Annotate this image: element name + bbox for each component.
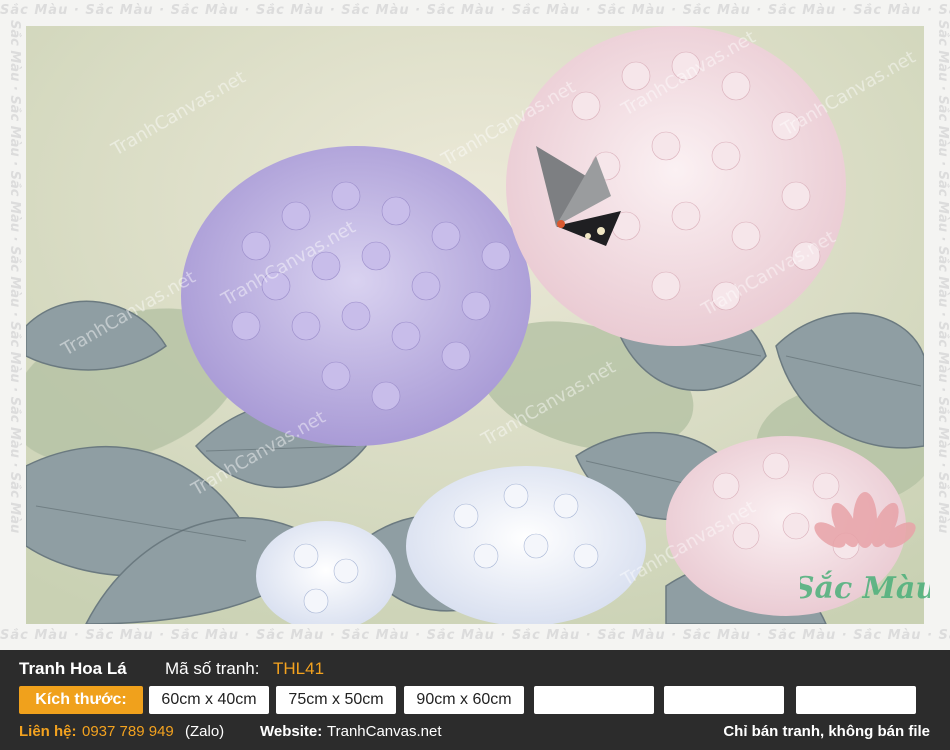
lotus-icon [814, 492, 916, 548]
watermark-border-top: Sắc Màu · Sắc Màu · Sắc Màu · Sắc Màu · … [0, 3, 950, 18]
svg-text:Sắc Màu: Sắc Màu [800, 570, 930, 606]
painting-image: TranhCanvas.net TranhCanvas.net TranhCan… [26, 26, 924, 624]
sales-note: Chỉ bán tranh, không bán file [723, 723, 930, 740]
size-label: Kích thước: [19, 686, 143, 714]
watermark-border-left: Sắc Màu · Sắc Màu · Sắc Màu · Sắc Màu · … [7, 20, 22, 534]
contact-label: Liên hệ: [19, 723, 77, 740]
website-label: Website: [260, 723, 323, 740]
size-option-empty-1[interactable] [534, 686, 654, 714]
contact-app: (Zalo) [185, 723, 225, 740]
sac-mau-logo: Sắc Màu [793, 480, 937, 620]
painting-title: Tranh Hoa Lá [19, 659, 127, 678]
size-option-empty-3[interactable] [796, 686, 916, 714]
website-link[interactable]: TranhCanvas.net [327, 723, 442, 740]
size-option-90x60[interactable]: 90cm x 60cm [404, 686, 524, 714]
painting-code-value: THL41 [273, 659, 325, 678]
size-option-60x40[interactable]: 60cm x 40cm [149, 686, 269, 714]
watermark-border-bottom: Sắc Màu · Sắc Màu · Sắc Màu · Sắc Màu · … [0, 628, 950, 643]
watermark-border-right: Sắc Màu · Sắc Màu · Sắc Màu · Sắc Màu · … [935, 20, 950, 534]
size-option-75x50[interactable]: 75cm x 50cm [276, 686, 396, 714]
contact-phone[interactable]: 0937 789 949 [82, 723, 174, 740]
painting-code-label: Mã số tranh: [165, 659, 260, 678]
size-option-empty-2[interactable] [664, 686, 784, 714]
